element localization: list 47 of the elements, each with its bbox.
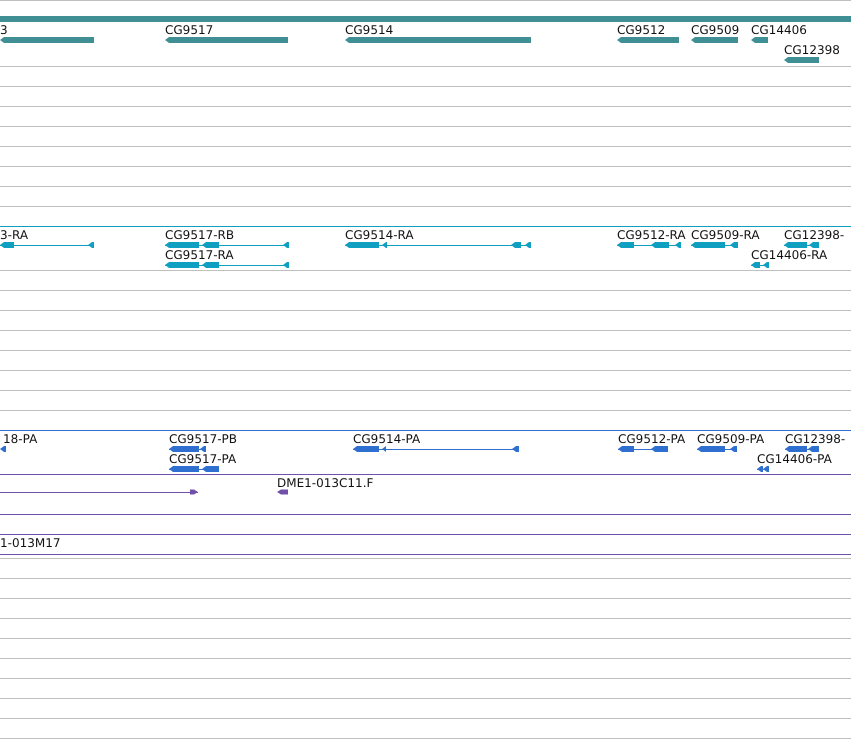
feature-glyph[interactable] xyxy=(618,446,668,452)
feature-glyph[interactable] xyxy=(168,446,206,452)
feature-label: CG9514-PA xyxy=(353,432,420,446)
feature-label: 3 xyxy=(0,23,8,37)
feature-glyph[interactable] xyxy=(0,242,94,248)
feature-glyph[interactable] xyxy=(784,446,820,452)
feature-glyph[interactable] xyxy=(164,242,290,248)
feature-label: CG9509 xyxy=(691,23,740,37)
feature-glyph[interactable] xyxy=(0,490,198,494)
feature-label: CG9517-RB xyxy=(165,228,234,242)
feature-label: CG9514-RA xyxy=(345,228,414,242)
feature-label: 3-RA xyxy=(0,228,28,242)
feature-label: CG9512-RA xyxy=(617,228,686,242)
feature-label: CG9512-PA xyxy=(618,432,686,446)
feature-glyph[interactable] xyxy=(691,37,738,43)
feature-glyph[interactable] xyxy=(750,262,770,268)
feature-label: 18-PA xyxy=(3,432,38,446)
feature-glyph[interactable] xyxy=(617,37,679,43)
feature-label: CG12398- xyxy=(784,228,844,242)
feature-label: CG9517-PA xyxy=(169,452,236,466)
feature-label: CG14406-RA xyxy=(751,248,828,262)
feature-label: 1-013M17 xyxy=(0,536,60,550)
feature-label: CG14406-PA xyxy=(757,452,832,466)
feature-glyph[interactable] xyxy=(168,466,220,472)
feature-glyph[interactable] xyxy=(690,242,738,248)
feature-label: CG9517-PB xyxy=(169,432,238,446)
feature-label: CG9509-RA xyxy=(691,228,760,242)
feature-label: DME1-013C11.F xyxy=(277,476,374,490)
feature-glyph[interactable] xyxy=(164,262,290,268)
feature-label: CG12398- xyxy=(785,432,846,446)
feature-glyph[interactable] xyxy=(277,490,288,494)
feature-glyph[interactable] xyxy=(751,37,768,43)
feature-label: CG9517-RA xyxy=(165,248,234,262)
feature-label: CG9512 xyxy=(617,23,666,37)
feature-label: CG9517 xyxy=(165,23,214,37)
feature-glyph[interactable] xyxy=(696,446,738,452)
feature-glyph[interactable] xyxy=(784,57,819,63)
feature-glyph[interactable] xyxy=(344,242,532,248)
feature-label: CG12398 xyxy=(784,43,840,57)
feature-glyph[interactable] xyxy=(616,242,682,248)
feature-glyph[interactable] xyxy=(784,242,820,248)
feature-label: CG9509-PA xyxy=(697,432,764,446)
feature-glyph[interactable] xyxy=(756,466,770,472)
feature-label: CG9514 xyxy=(345,23,394,37)
feature-glyph[interactable] xyxy=(352,446,520,452)
feature-glyph[interactable] xyxy=(0,446,6,452)
feature-label: CG14406 xyxy=(751,23,807,37)
